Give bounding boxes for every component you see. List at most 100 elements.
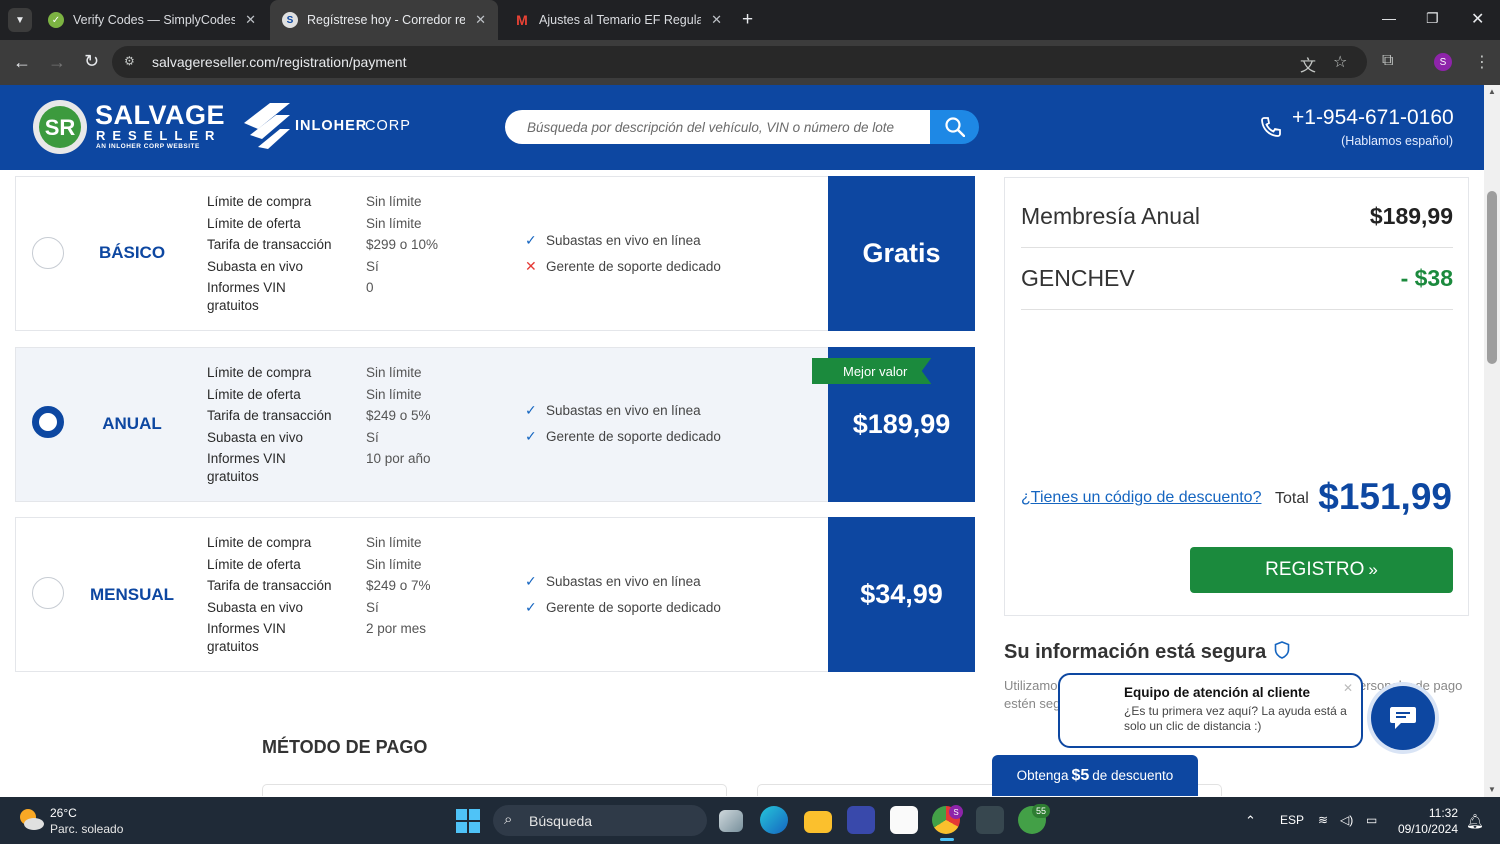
membership-label: Membresía Anual (1021, 203, 1200, 229)
spec-value: Sin límite (366, 194, 422, 209)
plan-annual-radio[interactable] (32, 406, 64, 438)
spec-value: Sin límite (366, 556, 422, 572)
scroll-up-icon[interactable]: ▲ (1488, 87, 1496, 96)
spec-label: Tarifa de transacción (207, 578, 332, 594)
weather-temperature[interactable]: 26°C (50, 806, 77, 820)
tab-search-icon[interactable]: ▼ (8, 8, 32, 32)
site-logo[interactable]: SR SALVAGE RESELLER AN INLOHER CORP WEBS… (32, 99, 225, 157)
close-tab-icon[interactable]: ✕ (475, 12, 486, 28)
chrome-profile-badge: S (949, 805, 963, 819)
restore-icon[interactable]: ❐ (1426, 10, 1439, 27)
volume-icon[interactable]: ◁) (1340, 813, 1353, 827)
browser-menu-icon[interactable]: ⋮ (1474, 52, 1490, 72)
tab-title: Ajustes al Temario EF Regular 2 (539, 13, 702, 27)
windows-start-icon[interactable] (456, 809, 480, 833)
payment-option-card[interactable] (262, 784, 727, 796)
secure-info-title: Su información está segura (1004, 641, 1290, 664)
best-value-ribbon: Mejor valor (812, 358, 932, 384)
register-button[interactable]: REGISTRO » (1190, 547, 1453, 593)
back-icon[interactable]: ← (13, 52, 31, 72)
plan-monthly-card[interactable]: MENSUAL Límite de compra Límite de ofert… (15, 517, 975, 672)
phone-number[interactable]: +1-954-671-0160 (1292, 106, 1454, 130)
close-icon[interactable]: ✕ (1343, 681, 1353, 695)
weather-sun-cloud-icon[interactable] (16, 805, 46, 833)
total-label: Total (1275, 490, 1309, 507)
app-icon[interactable] (976, 806, 1004, 834)
inloher-logo[interactable]: INLOHER CORP (240, 101, 420, 151)
spec-value: Sí (366, 429, 379, 445)
salvage-logo-icon: SR (33, 100, 87, 154)
site-info-icon[interactable]: ⚙ (124, 54, 135, 68)
order-summary: Membresía Anual $189,99 GENCHEV - $38 ¿T… (1004, 177, 1469, 616)
spec-value: Sin límite (366, 535, 422, 550)
tab-gmail[interactable]: M Ajustes al Temario EF Regular 2 ✕ (502, 0, 734, 40)
weather-condition[interactable]: Parc. soleado (50, 822, 123, 836)
tab-registration[interactable]: S Regístrese hoy - Corredor regis ✕ (270, 0, 498, 40)
gmail-icon: M (516, 12, 528, 28)
extensions-icon[interactable]: ⧉ (1382, 52, 1393, 70)
spec-label: Subasta en vivo (207, 599, 304, 615)
system-clock[interactable]: 11:32 09/10/2024 (1398, 805, 1458, 837)
plan-name: BÁSICO (98, 243, 166, 262)
chat-popup-body: ¿Es tu primera vez aquí? La ayuda está a… (1124, 704, 1347, 733)
logo-title: SALVAGE (95, 100, 226, 130)
task-view-icon[interactable] (719, 810, 743, 832)
plan-basic-card[interactable]: BÁSICO Límite de compra Límite de oferta… (15, 176, 975, 331)
language-indicator[interactable]: ESP (1280, 813, 1304, 827)
double-chevron-right-icon: » (1368, 560, 1378, 579)
spec-label: Subasta en vivo (207, 429, 304, 445)
clock-time: 11:32 (1428, 806, 1458, 820)
search-button[interactable] (930, 110, 979, 144)
reload-icon[interactable]: ↻ (84, 51, 99, 71)
translate-icon[interactable]: 文 (1300, 52, 1316, 76)
vehicle-search-input[interactable]: Búsqueda por descripción del vehículo, V… (505, 110, 931, 144)
spec-value: Sí (366, 599, 379, 615)
profile-avatar[interactable]: S (1434, 53, 1452, 71)
discount-promo-tab[interactable]: Obtenga $5 de descuento (992, 755, 1198, 796)
spec-value: 0 (366, 280, 374, 296)
close-tab-icon[interactable]: ✕ (245, 12, 256, 28)
scroll-down-icon[interactable]: ▼ (1488, 785, 1496, 794)
battery-icon[interactable]: ▭ (1366, 813, 1377, 827)
discount-code-link[interactable]: ¿Tienes un código de descuento? (1021, 489, 1261, 507)
register-label: REGISTRO (1265, 559, 1365, 580)
url-input[interactable]: ⚙ salvagereseller.com/registration/payme… (112, 46, 1367, 78)
bookmark-star-icon[interactable]: ☆ (1333, 52, 1347, 72)
spec-value: 10 por año (366, 451, 431, 467)
plan-basic-radio[interactable] (32, 237, 64, 269)
taskbar-search[interactable]: ⌕ Búsqueda (493, 805, 707, 836)
edge-icon[interactable] (760, 806, 788, 834)
chat-icon (1390, 707, 1416, 729)
search-icon (944, 117, 965, 137)
wifi-icon[interactable]: ≋ (1318, 813, 1328, 827)
app-icon[interactable] (847, 806, 875, 834)
spec-value: $299 o 10% (366, 237, 439, 253)
close-tab-icon[interactable]: ✕ (711, 12, 722, 28)
clock-date: 09/10/2024 (1397, 822, 1458, 836)
spec-label: Tarifa de transacción (207, 408, 332, 424)
check-icon: ✓ (525, 599, 537, 615)
file-explorer-icon[interactable] (804, 811, 832, 833)
close-window-icon[interactable]: ✕ (1471, 9, 1484, 29)
spec-labels: Límite de compra Límite de oferta Tarifa… (207, 362, 357, 486)
spec-values: Sin límite Sin límite $249 o 7% Sí 2 por… (366, 532, 506, 640)
new-tab-icon[interactable]: + (742, 9, 753, 31)
show-hidden-icons-icon[interactable]: ⌃ (1245, 813, 1256, 829)
spec-value: Sí (366, 258, 379, 274)
support-chat-popup[interactable]: Equipo de atención al cliente ¿Es tu pri… (1058, 673, 1363, 748)
tab-verify-codes[interactable]: ✓ Verify Codes — SimplyCodes ✕ (36, 0, 268, 40)
notification-bell-icon[interactable]: 🔔︎ (1466, 813, 1484, 830)
forward-icon[interactable]: → (48, 52, 66, 72)
chat-launcher-button[interactable] (1371, 686, 1435, 750)
spec-value: Sin límite (366, 386, 422, 402)
promo-text: Obtenga (1016, 768, 1069, 783)
scrollbar-thumb[interactable] (1487, 191, 1497, 364)
microsoft-store-icon[interactable] (890, 806, 918, 834)
browser-tab-bar: ▼ ✓ Verify Codes — SimplyCodes ✕ S Regís… (0, 0, 1500, 40)
secure-text-part: estén seg (1004, 696, 1061, 711)
taskbar-search-label: Búsqueda (529, 812, 593, 829)
tab-title: Regístrese hoy - Corredor regis (307, 13, 466, 27)
plan-monthly-radio[interactable] (32, 577, 64, 609)
spec-value: $249 o 7% (366, 578, 431, 594)
minimize-icon[interactable]: — (1382, 10, 1396, 26)
